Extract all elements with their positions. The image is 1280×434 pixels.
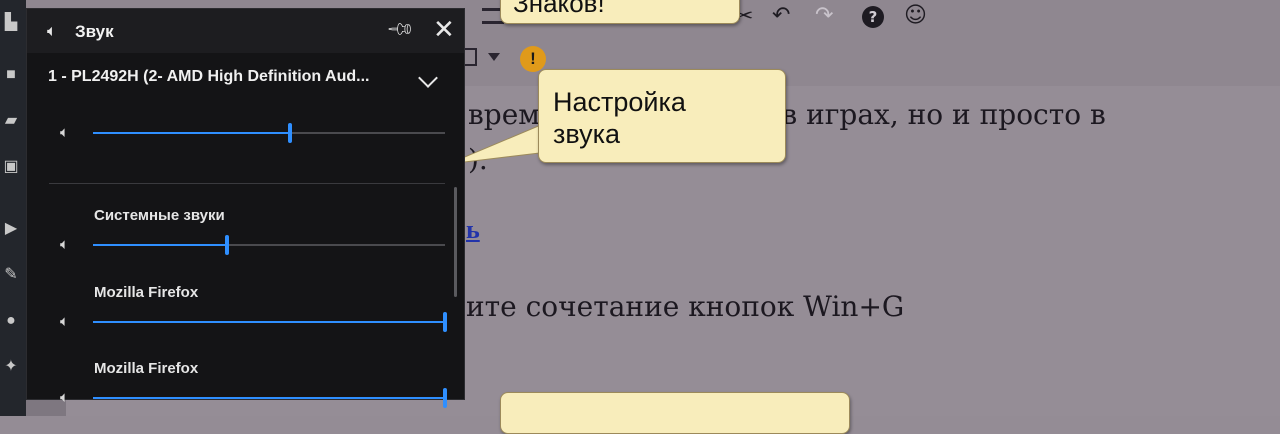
device-name: 1 - PL2492H (2- AMD High Definition Aud.…: [48, 68, 370, 85]
chevron-down-icon[interactable]: [418, 68, 438, 88]
undo-icon[interactable]: ↶: [772, 5, 790, 27]
slider-thumb[interactable]: [288, 123, 293, 143]
speaker-icon: 🔈︎: [47, 21, 57, 40]
help-icon[interactable]: ?: [862, 6, 884, 28]
speaker-icon[interactable]: 🔈︎: [60, 235, 69, 253]
callout-top: Знаков!: [500, 0, 740, 24]
app-label: Mozilla Firefox: [94, 360, 199, 377]
chevron-down-icon[interactable]: [488, 53, 500, 61]
callout-sound-settings: Настройка звука: [538, 69, 786, 163]
article-link[interactable]: ь: [466, 215, 480, 245]
app-volume-slider[interactable]: [93, 388, 447, 408]
panel-title: Звук: [75, 22, 114, 41]
callout-bottom: [500, 392, 850, 434]
redo-icon[interactable]: ↷: [815, 5, 833, 27]
sound-panel: 🔈︎ Звук 📌︎ ✕ 1 - PL2492H (2- AMD High De…: [26, 8, 465, 408]
app-volume-row: 🔈︎: [27, 308, 464, 336]
comment-icon[interactable]: ▰: [2, 112, 20, 130]
close-icon[interactable]: ✕: [433, 15, 455, 45]
speaker-icon[interactable]: 🔈︎: [60, 312, 69, 330]
slider-fill: [93, 321, 445, 323]
callout-text: Настройка звука: [553, 87, 686, 149]
slider-fill: [93, 244, 227, 246]
user-icon[interactable]: ●: [2, 312, 20, 330]
speaker-icon[interactable]: 🔈︎: [60, 123, 69, 141]
app-volume-row: 🔈︎: [27, 384, 464, 412]
article-line: ите сочетание кнопок Win+G: [466, 290, 905, 323]
app-volume-row: 🔈︎: [27, 231, 464, 259]
slider-thumb[interactable]: [443, 388, 447, 408]
sidebar-icon-2[interactable]: ■: [2, 66, 20, 84]
device-selector[interactable]: 1 - PL2492H (2- AMD High Definition Aud.…: [27, 57, 464, 97]
slider-thumb[interactable]: [443, 312, 447, 332]
sidebar-icon-1[interactable]: ▙: [2, 14, 20, 32]
slider-thumb[interactable]: [224, 235, 229, 255]
master-volume-row: 🔈︎: [27, 119, 464, 147]
master-volume-slider[interactable]: [93, 123, 445, 143]
speaker-icon[interactable]: 🔈︎: [60, 388, 69, 406]
brush-icon[interactable]: ✎: [2, 266, 20, 284]
app-label: Mozilla Firefox: [94, 284, 199, 301]
panel-header: 🔈︎ Звук 📌︎ ✕: [27, 9, 464, 53]
slider-fill: [93, 132, 291, 134]
slider-fill: [93, 397, 445, 399]
app-volume-slider[interactable]: [93, 312, 447, 332]
sidebar-icon-5[interactable]: ▶: [2, 220, 20, 238]
wrench-icon[interactable]: ✦: [2, 358, 20, 376]
divider: [49, 183, 445, 184]
app-volume-slider[interactable]: [93, 235, 445, 255]
warning-icon[interactable]: !: [520, 46, 546, 72]
pin-icon[interactable]: 📌︎: [385, 14, 416, 45]
image-icon[interactable]: ▣: [2, 158, 20, 176]
app-sidebar: ▙ ■ ▰ ▣ ▶ ✎ ● ✦: [0, 0, 26, 416]
emoji-icon[interactable]: ☺: [904, 5, 927, 27]
app-label: Системные звуки: [94, 207, 225, 224]
